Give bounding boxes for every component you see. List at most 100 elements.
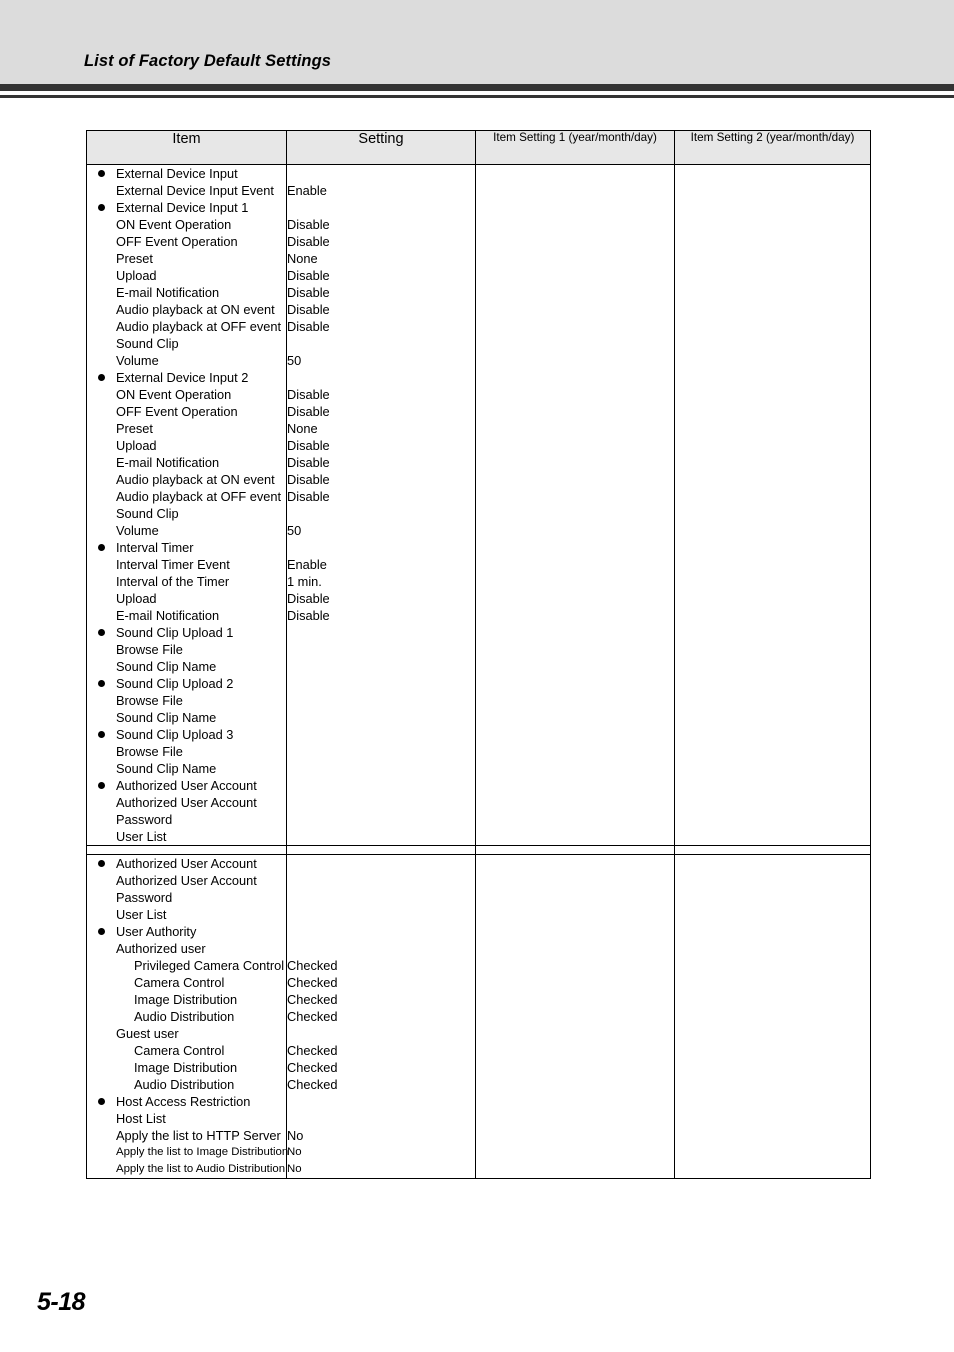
page-running-header: List of Factory Default Settings [0,0,954,84]
setting-value: Disable [287,319,330,334]
setting-value [287,760,475,777]
item-label-text: External Device Input 2 [116,370,249,385]
setting-value: Disable [287,217,330,232]
item-setting-1-cell[interactable] [475,164,675,846]
item-label: Privileged Camera Control [134,958,285,973]
item-label-text: Host Access Restriction [116,1094,251,1109]
setting-value: Checked [287,975,338,990]
setting-value [287,923,475,940]
setting-value [287,335,475,352]
header-rule-thin [0,95,954,98]
setting-value [287,539,475,556]
item-label-text: Sound Clip Upload 1 [116,625,234,640]
bullet-icon [98,170,105,177]
item-label: ON Event Operation [116,217,232,232]
item-label: Interval Timer Event [116,557,230,572]
setting-value [287,777,475,794]
item-label: Camera Control [134,975,225,990]
column-header-item: Item [86,130,287,165]
setting-value: Checked [287,1060,338,1075]
setting-value [287,889,475,906]
item-label: Upload [116,591,157,606]
item-group-label: External Device Input 2 [87,369,286,386]
setting-value [287,1025,475,1042]
setting-value [287,658,475,675]
item-label: Password [116,812,173,827]
setting-value: Enable [287,183,327,198]
item-label: Upload [116,268,157,283]
setting-value [287,369,475,386]
item-group-label: External Device Input 1 [87,199,286,216]
column-header-setting: Setting [286,130,476,165]
item-label-text: Sound Clip Upload 3 [116,727,234,742]
setting-value [287,726,475,743]
item-column-cell: External Device Input External Device Inp… [86,164,287,846]
bullet-icon [98,1098,105,1105]
setting-value: Disable [287,489,330,504]
item-label: ON Event Operation [116,387,232,402]
item-label: Audio playback at ON event [116,302,275,317]
item-label: Volume [116,523,159,538]
setting-value [287,940,475,957]
setting-value [287,828,475,845]
item-setting-1-cell[interactable] [475,854,675,1179]
item-label: Guest user [116,1026,179,1041]
item-label: Host List [116,1111,166,1126]
item-label: Sound Clip [116,336,179,351]
item-label: Image Distribution [134,992,238,1007]
item-label: Preset [116,251,153,266]
item-label-text: Authorized User Account [116,778,257,793]
item-group-label: Sound Clip Upload 2 [87,675,286,692]
setting-value: Checked [287,992,338,1007]
item-label: Sound Clip Name [116,659,217,674]
setting-value: No [287,1163,302,1175]
column-header-item-setting-2: Item Setting 2 (year/month/day) [674,130,871,165]
table-header-row: Item Setting Item Setting 1 (year/month/… [86,130,871,165]
bullet-icon [98,204,105,211]
item-label: External Device Input Event [116,183,274,198]
item-setting-2-cell[interactable] [674,164,871,846]
item-label: Volume [116,353,159,368]
item-label-text: Authorized User Account [116,856,257,871]
item-label: Browse File [116,744,183,759]
item-label: Audio playback at OFF event [116,319,282,334]
setting-value: No [287,1128,304,1143]
setting-value: No [287,1146,302,1158]
bullet-icon [98,731,105,738]
item-setting-2-cell[interactable] [674,854,871,1179]
bullet-icon [98,680,105,687]
item-label: E-mail Notification [116,608,220,623]
item-label: Apply the list to HTTP Server [116,1128,281,1143]
setting-value: Disable [287,608,330,623]
bullet-icon [98,629,105,636]
item-label: OFF Event Operation [116,404,238,419]
item-group-label: Sound Clip Upload 1 [87,624,286,641]
setting-value: Checked [287,1043,338,1058]
setting-value [287,872,475,889]
item-column-cell: Authorized User Account Authorized User A… [86,854,288,1179]
setting-column-cell: Enable Disable Disable None Disable Disable D… [286,164,476,846]
setting-value: Disable [287,302,330,317]
setting-value: Disable [287,387,330,402]
setting-value: None [287,421,318,436]
item-label-text: Interval Timer [116,540,194,555]
item-label: OFF Event Operation [116,234,238,249]
page-title: List of Factory Default Settings [84,52,332,70]
setting-value [287,811,475,828]
bullet-icon [98,860,105,867]
setting-value [287,709,475,726]
item-label-text: External Device Input 1 [116,200,249,215]
setting-value [287,794,475,811]
table-row: External Device Input External Device Inp… [86,164,871,846]
item-label: Upload [116,438,157,453]
item-label: Camera Control [134,1043,225,1058]
setting-value: 50 [287,523,302,538]
setting-value: Checked [287,1077,338,1092]
item-label-text: External Device Input [116,166,238,181]
table-header: Item Setting Item Setting 1 (year/month/… [86,130,871,165]
item-group-label: Authorized User Account [87,855,286,872]
item-label: Sound Clip [116,506,179,521]
table-block-separator [86,845,871,855]
item-label: Authorized user [116,941,206,956]
setting-value: Disable [287,404,330,419]
